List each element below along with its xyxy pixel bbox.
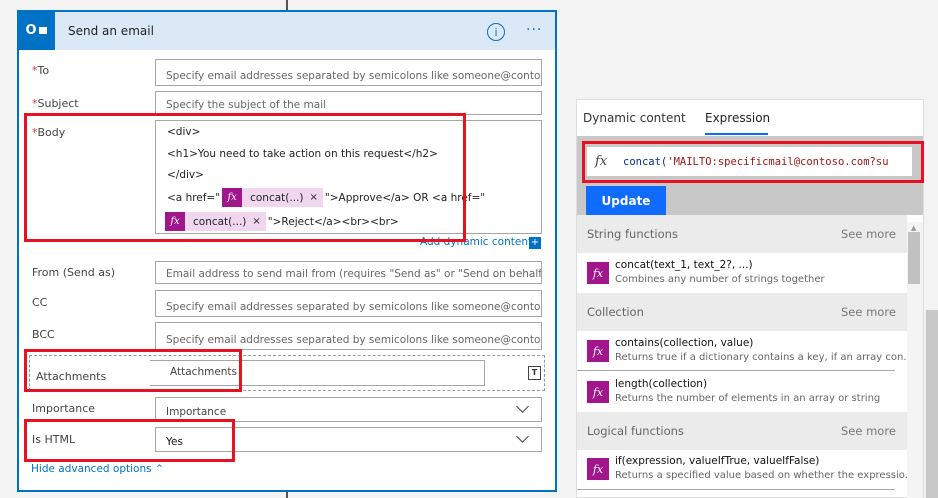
- cc-label: CC: [32, 296, 48, 309]
- connector-line-bottom: [286, 492, 288, 498]
- info-icon[interactable]: i: [487, 23, 505, 41]
- see-more-link[interactable]: See more: [841, 305, 896, 319]
- add-dynamic-content-icon[interactable]: +: [529, 237, 541, 249]
- scroll-up-icon[interactable]: ▲: [911, 224, 916, 232]
- section-title: String functions: [587, 227, 678, 241]
- panel-scrollbar-thumb[interactable]: [908, 232, 920, 284]
- tab-dynamic-content[interactable]: Dynamic content: [583, 111, 686, 125]
- cc-input[interactable]: Specify email addresses separated by sem…: [155, 290, 542, 317]
- function-item-length[interactable]: fx length(collection) Returns the number o…: [577, 372, 907, 412]
- more-options-icon[interactable]: ···: [526, 22, 542, 38]
- chevron-down-icon: [516, 430, 529, 443]
- section-logical-functions: Logical functions See more: [577, 412, 907, 450]
- function-icon: fx: [587, 262, 609, 284]
- card-title: Send an email: [68, 24, 154, 38]
- to-label-text: To: [37, 64, 50, 77]
- outlook-icon-letter: O: [25, 22, 37, 38]
- update-button[interactable]: Update: [586, 186, 666, 215]
- subject-label-text: Subject: [37, 97, 79, 110]
- chevron-down-icon: [516, 400, 529, 413]
- function-icon: fx: [587, 381, 609, 403]
- function-description: Returns the number of elements in an arr…: [615, 393, 881, 404]
- function-item-concat[interactable]: fx concat(text_1, text_2?, ...) Combines a…: [577, 253, 907, 293]
- page-scrollbar-thumb[interactable]: [926, 310, 938, 498]
- hide-advanced-options-link[interactable]: Hide advanced options ⌃: [31, 463, 164, 475]
- function-signature: length(collection): [615, 378, 708, 390]
- from-input[interactable]: Email address to send mail from (require…: [155, 261, 542, 284]
- section-title: Collection: [587, 305, 644, 319]
- function-item-contains[interactable]: fx contains(collection, value) Returns tru…: [577, 331, 913, 371]
- function-description: Combines any number of strings together: [615, 274, 825, 285]
- bcc-label: BCC: [32, 328, 55, 341]
- connector-line-top: [286, 0, 288, 10]
- function-signature: contains(collection, value): [615, 337, 754, 349]
- importance-label: Importance: [32, 402, 96, 415]
- from-label: From (Send as): [32, 266, 116, 279]
- subject-input[interactable]: Specify the subject of the mail: [155, 91, 542, 115]
- section-collection: Collection See more: [577, 293, 907, 331]
- to-input[interactable]: Specify email addresses separated by sem…: [155, 59, 542, 86]
- outlook-icon: O: [17, 10, 55, 50]
- function-signature: if(expression, valueIfTrue, valueIfFalse…: [615, 455, 820, 467]
- bcc-input[interactable]: Specify email addresses separated by sem…: [155, 322, 542, 350]
- function-description: Returns a specified value based on wheth…: [615, 470, 915, 481]
- tab-expression[interactable]: Expression: [705, 111, 770, 125]
- highlight-expression: [582, 141, 924, 183]
- function-item-if[interactable]: fx if(expression, valueIfTrue, valueIfFal…: [577, 450, 914, 490]
- function-description: Returns true if a dictionary contains a …: [615, 352, 913, 363]
- section-string-functions: String functions See more: [577, 215, 907, 253]
- highlight-body: [24, 113, 466, 242]
- function-icon: fx: [587, 458, 609, 480]
- subject-label: *Subject: [32, 97, 79, 110]
- function-icon: fx: [587, 340, 609, 362]
- importance-value: Importance: [166, 406, 227, 418]
- see-more-link[interactable]: See more: [841, 227, 896, 241]
- active-tab-underline: [705, 133, 768, 135]
- hide-advanced-label: Hide advanced options: [31, 463, 152, 475]
- highlight-attachments: [24, 349, 242, 392]
- function-signature: concat(text_1, text_2?, ...): [615, 259, 753, 271]
- section-title: Logical functions: [587, 424, 684, 438]
- highlight-is-html: [24, 419, 235, 462]
- text-mode-icon[interactable]: T: [528, 366, 541, 380]
- see-more-link[interactable]: See more: [841, 424, 896, 438]
- chevron-up-icon: ⌃: [154, 463, 164, 475]
- to-label: *To: [32, 64, 49, 77]
